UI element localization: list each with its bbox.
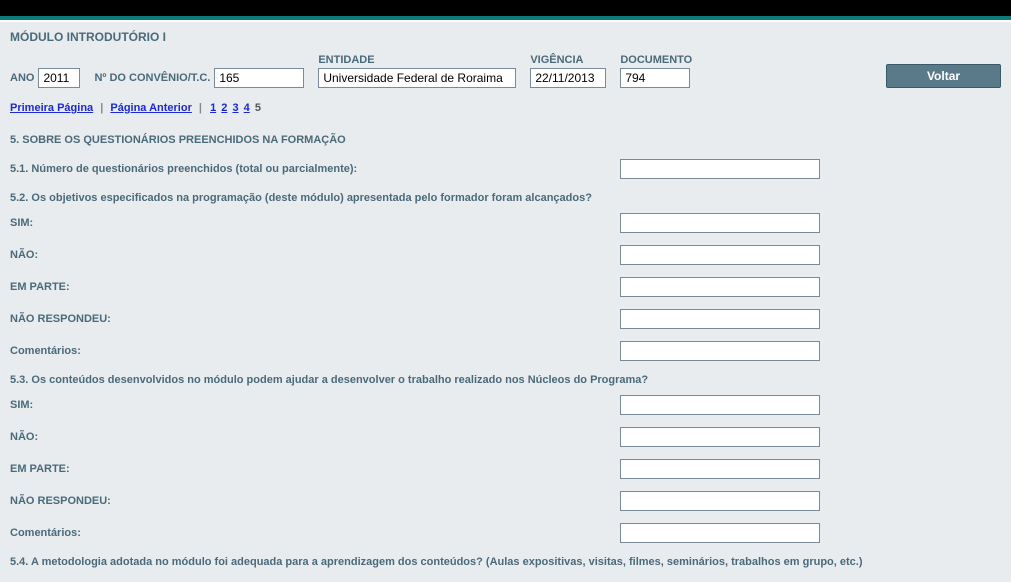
input-5-2-comentarios[interactable]	[620, 341, 820, 361]
ano-label: ANO	[10, 72, 34, 84]
label-5-3-comentarios: Comentários:	[10, 527, 620, 539]
voltar-button[interactable]: Voltar	[886, 64, 1001, 88]
input-5-3-sim[interactable]	[620, 395, 820, 415]
vigencia-group: VIGÊNCIA	[530, 54, 606, 88]
row-5-3-comentarios: Comentários:	[10, 518, 1001, 548]
pager: Primeira Página | Página Anterior | 1 2 …	[10, 102, 1001, 114]
label-5-3-nao: NÃO:	[10, 431, 620, 443]
pager-sep: |	[199, 102, 202, 114]
vigencia-input[interactable]	[530, 68, 606, 88]
page-title: MÓDULO INTRODUTÓRIO I	[10, 30, 1001, 44]
input-5-3-nao[interactable]	[620, 427, 820, 447]
label-5-3-emparte: EM PARTE:	[10, 463, 620, 475]
label-5-2-naorespondeu: NÃO RESPONDEU:	[10, 313, 620, 325]
vigencia-label: VIGÊNCIA	[530, 54, 606, 66]
top-bar	[0, 0, 1011, 20]
ano-input[interactable]	[38, 68, 80, 88]
convenio-label: Nº DO CONVÊNIO/T.C.	[94, 72, 210, 84]
documento-group: DOCUMENTO	[620, 54, 692, 88]
convenio-group: Nº DO CONVÊNIO/T.C.	[94, 68, 304, 88]
pager-sep: |	[100, 102, 103, 114]
header-row: ANO Nº DO CONVÊNIO/T.C. ENTIDADE VIGÊNCI…	[10, 54, 1001, 88]
convenio-input[interactable]	[214, 68, 304, 88]
question-5-4: 5.4. A metodologia adotada no módulo foi…	[10, 550, 1001, 574]
label-5-2-comentarios: Comentários:	[10, 345, 620, 357]
label-5-2-emparte: EM PARTE:	[10, 281, 620, 293]
documento-label: DOCUMENTO	[620, 54, 692, 66]
input-5-2-nao[interactable]	[620, 245, 820, 265]
input-5-2-naorespondeu[interactable]	[620, 309, 820, 329]
page-body: MÓDULO INTRODUTÓRIO I ANO Nº DO CONVÊNIO…	[0, 22, 1011, 582]
pager-page-current: 5	[255, 102, 261, 114]
entidade-label: ENTIDADE	[318, 54, 516, 66]
row-5-2-naorespondeu: NÃO RESPONDEU:	[10, 304, 1001, 334]
pager-page-4[interactable]: 4	[244, 102, 250, 114]
input-5-3-emparte[interactable]	[620, 459, 820, 479]
row-5-1: 5.1. Número de questionários preenchidos…	[10, 154, 1001, 184]
pager-page-2[interactable]: 2	[221, 102, 227, 114]
label-5-3-sim: SIM:	[10, 399, 620, 411]
row-5-2-nao: NÃO:	[10, 240, 1001, 270]
input-5-2-emparte[interactable]	[620, 277, 820, 297]
input-5-3-comentarios[interactable]	[620, 523, 820, 543]
documento-input[interactable]	[620, 68, 690, 88]
input-5-3-naorespondeu[interactable]	[620, 491, 820, 511]
input-5-1[interactable]	[620, 159, 820, 179]
pager-first-link[interactable]: Primeira Página	[10, 102, 93, 114]
row-5-2-emparte: EM PARTE:	[10, 272, 1001, 302]
label-5-2-nao: NÃO:	[10, 249, 620, 261]
label-5-2-sim: SIM:	[10, 217, 620, 229]
row-5-3-emparte: EM PARTE:	[10, 454, 1001, 484]
label-5-1: 5.1. Número de questionários preenchidos…	[10, 163, 620, 175]
pager-page-1[interactable]: 1	[210, 102, 216, 114]
row-5-2-comentarios: Comentários:	[10, 336, 1001, 366]
row-5-3-naorespondeu: NÃO RESPONDEU:	[10, 486, 1001, 516]
label-5-3-naorespondeu: NÃO RESPONDEU:	[10, 495, 620, 507]
pager-prev-link[interactable]: Página Anterior	[110, 102, 192, 114]
section-5-heading: 5. SOBRE OS QUESTIONÁRIOS PREENCHIDOS NA…	[10, 134, 1001, 146]
row-5-3-nao: NÃO:	[10, 422, 1001, 452]
ano-group: ANO	[10, 68, 80, 88]
question-5-3: 5.3. Os conteúdos desenvolvidos no módul…	[10, 368, 1001, 390]
row-5-3-sim: SIM:	[10, 390, 1001, 420]
question-5-2: 5.2. Os objetivos especificados na progr…	[10, 186, 1001, 208]
entidade-group: ENTIDADE	[318, 54, 516, 88]
row-5-2-sim: SIM:	[10, 208, 1001, 238]
input-5-2-sim[interactable]	[620, 213, 820, 233]
entidade-input[interactable]	[318, 68, 516, 88]
pager-page-3[interactable]: 3	[232, 102, 238, 114]
